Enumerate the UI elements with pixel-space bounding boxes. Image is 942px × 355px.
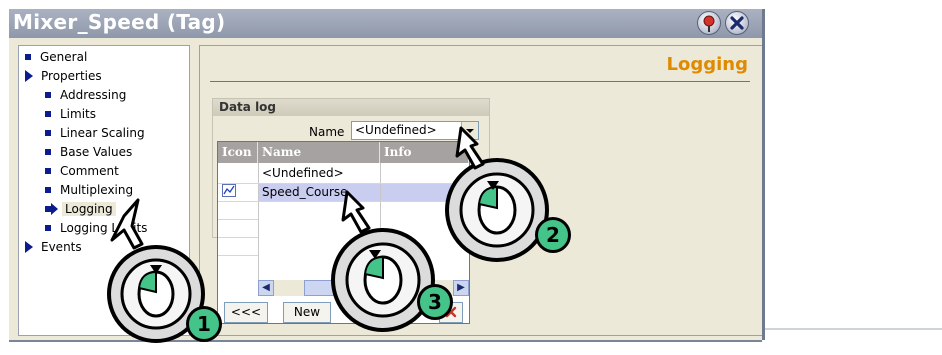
icon-column <box>218 163 258 280</box>
trend-icon <box>222 184 236 202</box>
bullet-icon <box>45 186 51 193</box>
bullet-icon <box>45 91 51 98</box>
right-divider <box>765 328 942 330</box>
panel-heading: Logging <box>666 54 748 75</box>
tree-item-addressing[interactable]: Addressing <box>45 86 126 104</box>
column-header-icon[interactable]: Icon <box>218 142 258 163</box>
tree-item-limits[interactable]: Limits <box>45 105 96 123</box>
column-header-name[interactable]: Name <box>258 142 380 163</box>
title-bar: Mixer_Speed (Tag) <box>9 9 762 38</box>
selected-arrow-icon <box>45 202 58 215</box>
row-divider <box>218 237 258 238</box>
step-number-3: 3 <box>417 284 453 320</box>
window-title: Mixer_Speed (Tag) <box>13 10 226 34</box>
expand-triangle-icon <box>25 69 33 82</box>
tree-item-properties[interactable]: Properties <box>25 67 102 85</box>
tree-item-comment[interactable]: Comment <box>45 162 119 180</box>
row-divider <box>218 219 258 220</box>
new-button[interactable]: New <box>283 302 331 323</box>
data-log-header: Data log <box>213 99 489 116</box>
close-button[interactable] <box>725 11 749 35</box>
step-number-2: 2 <box>535 217 571 253</box>
bullet-icon <box>25 53 31 60</box>
name-label: Name <box>309 125 345 139</box>
mouse-click-callout-1: 1 <box>94 192 224 355</box>
mouse-click-callout-3: 3 <box>325 188 465 341</box>
back-button[interactable]: <<< <box>224 302 268 323</box>
tree-item-linear-scaling[interactable]: Linear Scaling <box>45 124 145 142</box>
row-divider <box>218 255 258 256</box>
step-number-1: 1 <box>186 306 222 342</box>
help-pin-button[interactable] <box>697 11 721 35</box>
bullet-icon <box>45 148 51 155</box>
bullet-icon <box>45 224 51 231</box>
combo-value: <Undefined> <box>355 123 437 137</box>
bullet-icon <box>45 129 51 136</box>
pane-separator <box>762 9 765 340</box>
column-divider <box>258 163 259 280</box>
expand-triangle-icon <box>25 240 33 253</box>
bullet-icon <box>45 167 51 174</box>
scroll-left-button[interactable]: ◀ <box>258 280 274 296</box>
close-icon <box>730 16 744 30</box>
heading-divider <box>210 81 750 82</box>
tree-item-base-values[interactable]: Base Values <box>45 143 132 161</box>
help-pin-icon <box>703 15 715 32</box>
bullet-icon <box>45 110 51 117</box>
tree-item-general[interactable]: General <box>25 48 87 66</box>
tree-item-events[interactable]: Events <box>25 238 82 256</box>
list-item-undefined[interactable]: <Undefined> <box>262 165 344 182</box>
